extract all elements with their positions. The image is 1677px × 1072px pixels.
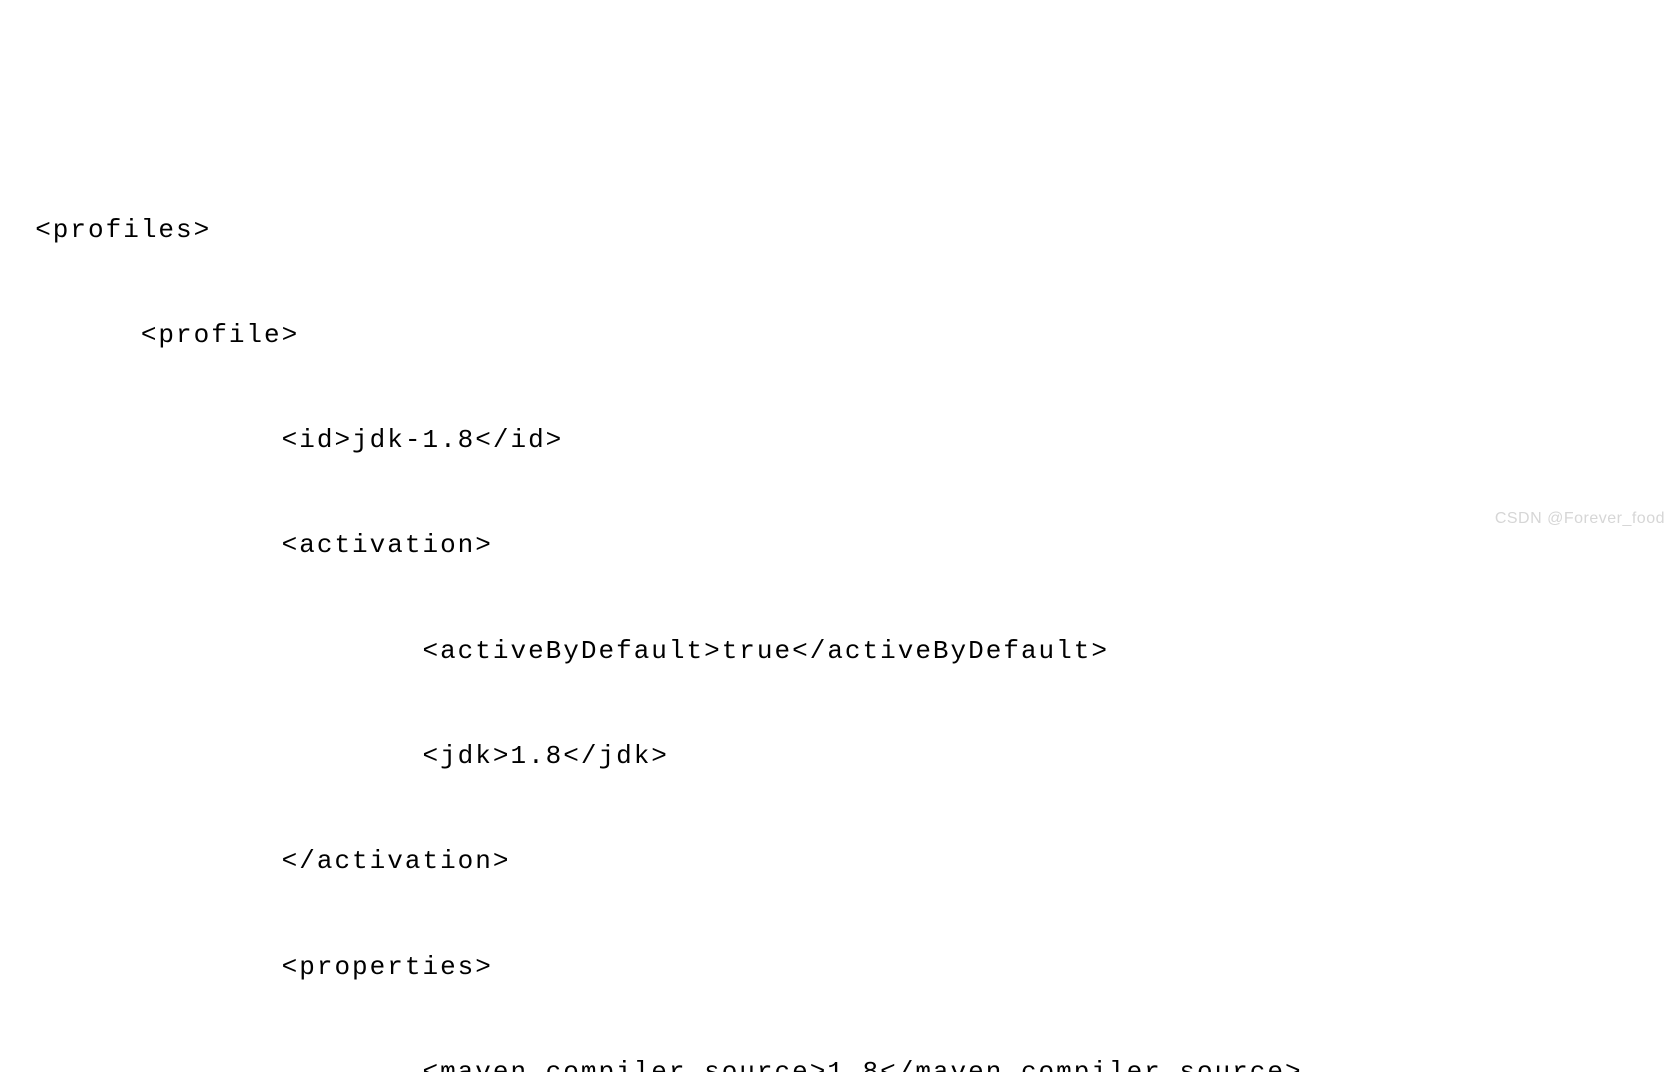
code-line: <activeByDefault>true</activeByDefault> (0, 634, 1677, 669)
code-line: <properties> (0, 950, 1677, 985)
code-line: <activation> (0, 528, 1677, 563)
code-line: <profile> (0, 318, 1677, 353)
code-line: <maven.compiler.source>1.8</maven.compil… (0, 1055, 1677, 1072)
watermark: CSDN @Forever_food (1495, 508, 1665, 530)
code-line: </activation> (0, 844, 1677, 879)
code-line: <jdk>1.8</jdk> (0, 739, 1677, 774)
code-block: <profiles> <profile> <id>jdk-1.8</id> <a… (0, 140, 1677, 1072)
code-line: <id>jdk-1.8</id> (0, 423, 1677, 458)
code-line: <profiles> (0, 213, 1677, 248)
